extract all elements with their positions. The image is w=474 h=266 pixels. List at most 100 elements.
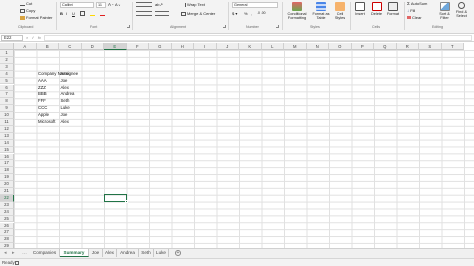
indent-button[interactable]: [155, 11, 169, 16]
alignment-launcher-icon[interactable]: [223, 25, 226, 28]
cell-assignee[interactable]: Joe: [61, 112, 68, 119]
cancel-icon[interactable]: ×: [26, 35, 28, 40]
cell-company[interactable]: Apple: [38, 112, 49, 119]
sheet-tab-companies[interactable]: Companies: [30, 249, 60, 257]
column-header-k[interactable]: K: [239, 43, 262, 50]
more-sheets-icon[interactable]: …: [22, 250, 27, 256]
cut-button[interactable]: Cut: [20, 1, 32, 6]
prev-sheet-icon[interactable]: ◂: [4, 250, 7, 256]
comma-button[interactable]: ,: [251, 11, 252, 16]
number-launcher-icon[interactable]: [276, 25, 279, 28]
name-box[interactable]: E22: [1, 35, 23, 41]
row-header-9[interactable]: 9: [0, 105, 14, 113]
enter-icon[interactable]: ✓: [31, 35, 34, 40]
row-header-27[interactable]: 27: [0, 229, 14, 237]
currency-button[interactable]: $ ▾: [232, 11, 237, 16]
row-header-1[interactable]: 1: [0, 50, 14, 57]
underline-button[interactable]: U: [72, 11, 75, 16]
sheet-tab-summary[interactable]: Summary: [60, 249, 89, 257]
number-format-select[interactable]: General: [232, 2, 278, 8]
formula-input[interactable]: [44, 35, 472, 41]
copy-button[interactable]: Copy: [20, 8, 35, 13]
cell-company[interactable]: ZZZ: [38, 85, 46, 92]
column-header-p[interactable]: P: [351, 43, 374, 50]
sheet-tab-andrea[interactable]: Andrea: [117, 249, 139, 257]
column-header-d[interactable]: D: [81, 43, 104, 50]
row-header-8[interactable]: 8: [0, 98, 14, 106]
format-button[interactable]: Format: [385, 2, 401, 16]
orientation-button[interactable]: ab↗: [155, 2, 163, 7]
column-header-o[interactable]: O: [329, 43, 352, 50]
column-header-n[interactable]: N: [306, 43, 329, 50]
column-header-g[interactable]: G: [149, 43, 172, 50]
row-header-4[interactable]: 4: [0, 70, 14, 78]
clear-button[interactable]: Clear: [407, 15, 422, 20]
font-size-select[interactable]: 11: [96, 2, 106, 8]
cell-company[interactable]: CCC: [38, 105, 47, 112]
decrease-font-icon[interactable]: Av: [115, 2, 120, 7]
column-header-t[interactable]: T: [441, 43, 464, 50]
font-color-button[interactable]: [100, 11, 105, 16]
column-header-a[interactable]: A: [14, 43, 37, 50]
row-header-3[interactable]: 3: [0, 63, 14, 71]
font-launcher-icon[interactable]: [127, 25, 130, 28]
row-header-21[interactable]: 21: [0, 188, 14, 195]
row-header-10[interactable]: 10: [0, 112, 14, 119]
selected-cell[interactable]: [103, 194, 127, 203]
delete-button[interactable]: Delete: [368, 2, 385, 16]
column-header-e[interactable]: E: [104, 43, 127, 50]
row-header-14[interactable]: 14: [0, 139, 14, 147]
column-header-j[interactable]: J: [216, 43, 239, 50]
row-header-20[interactable]: 20: [0, 181, 14, 188]
column-header-c[interactable]: C: [59, 43, 82, 50]
cell-assignee[interactable]: Alex: [61, 85, 69, 92]
fx-icon[interactable]: fx: [38, 35, 41, 40]
bold-button[interactable]: B: [60, 11, 63, 16]
italic-button[interactable]: I: [66, 11, 67, 16]
wrap-text-button[interactable]: Wrap Text: [181, 2, 205, 7]
row-header-26[interactable]: 26: [0, 222, 14, 230]
cell-styles-button[interactable]: Cell Styles: [332, 2, 348, 21]
cell-assignee[interactable]: Luke: [61, 105, 70, 112]
font-name-select[interactable]: Calibri: [60, 2, 94, 8]
find-select-button[interactable]: Find & Select: [453, 2, 470, 19]
row-header-12[interactable]: 12: [0, 125, 14, 133]
cell-company[interactable]: AAA: [38, 78, 47, 85]
cell-company[interactable]: BBB: [38, 91, 47, 98]
cell-assignee[interactable]: Alex: [61, 119, 69, 126]
row-header-2[interactable]: 2: [0, 56, 14, 64]
autosum-button[interactable]: Σ AutoSum: [407, 1, 427, 6]
row-header-25[interactable]: 25: [0, 215, 14, 223]
insert-button[interactable]: Insert: [352, 2, 368, 16]
sort-filter-button[interactable]: Sort & Filter: [436, 2, 453, 21]
column-header-i[interactable]: I: [194, 43, 217, 50]
row-header-19[interactable]: 19: [0, 174, 14, 182]
cells-area[interactable]: Company Name Assignee AAA Joe ZZZ Alex BBB Andr…: [14, 50, 474, 248]
sheet-tab-alex[interactable]: Alex: [103, 249, 117, 257]
column-header-b[interactable]: B: [36, 43, 59, 50]
cell-company[interactable]: Microsoft: [38, 119, 55, 126]
increase-font-icon[interactable]: A ^: [108, 2, 113, 7]
cell-assignee[interactable]: Joe: [61, 78, 68, 85]
sheet-tab-seth[interactable]: Seth: [139, 249, 154, 257]
row-header-18[interactable]: 18: [0, 167, 14, 175]
cell-assignee[interactable]: Seth: [61, 98, 70, 105]
row-header-11[interactable]: 11: [0, 119, 14, 126]
row-header-17[interactable]: 17: [0, 160, 14, 168]
cell-assignee[interactable]: Andrea: [61, 91, 75, 98]
cell-company[interactable]: FFF: [38, 98, 46, 105]
select-all-corner[interactable]: [0, 43, 14, 50]
percent-button[interactable]: %: [244, 11, 248, 16]
row-header-7[interactable]: 7: [0, 91, 14, 99]
row-header-13[interactable]: 13: [0, 132, 14, 140]
format-as-table-button[interactable]: Format as Table: [310, 2, 332, 21]
column-header-h[interactable]: H: [171, 43, 194, 50]
row-header-16[interactable]: 16: [0, 153, 14, 161]
row-header-24[interactable]: 24: [0, 208, 14, 216]
fill-button[interactable]: ↓ Fill: [407, 8, 415, 13]
row-header-22[interactable]: 22: [0, 194, 14, 202]
sheet-tab-luke[interactable]: Luke: [154, 249, 169, 257]
row-header-6[interactable]: 6: [0, 84, 14, 92]
next-sheet-icon[interactable]: ▸: [12, 250, 15, 256]
row-header-5[interactable]: 5: [0, 77, 14, 85]
